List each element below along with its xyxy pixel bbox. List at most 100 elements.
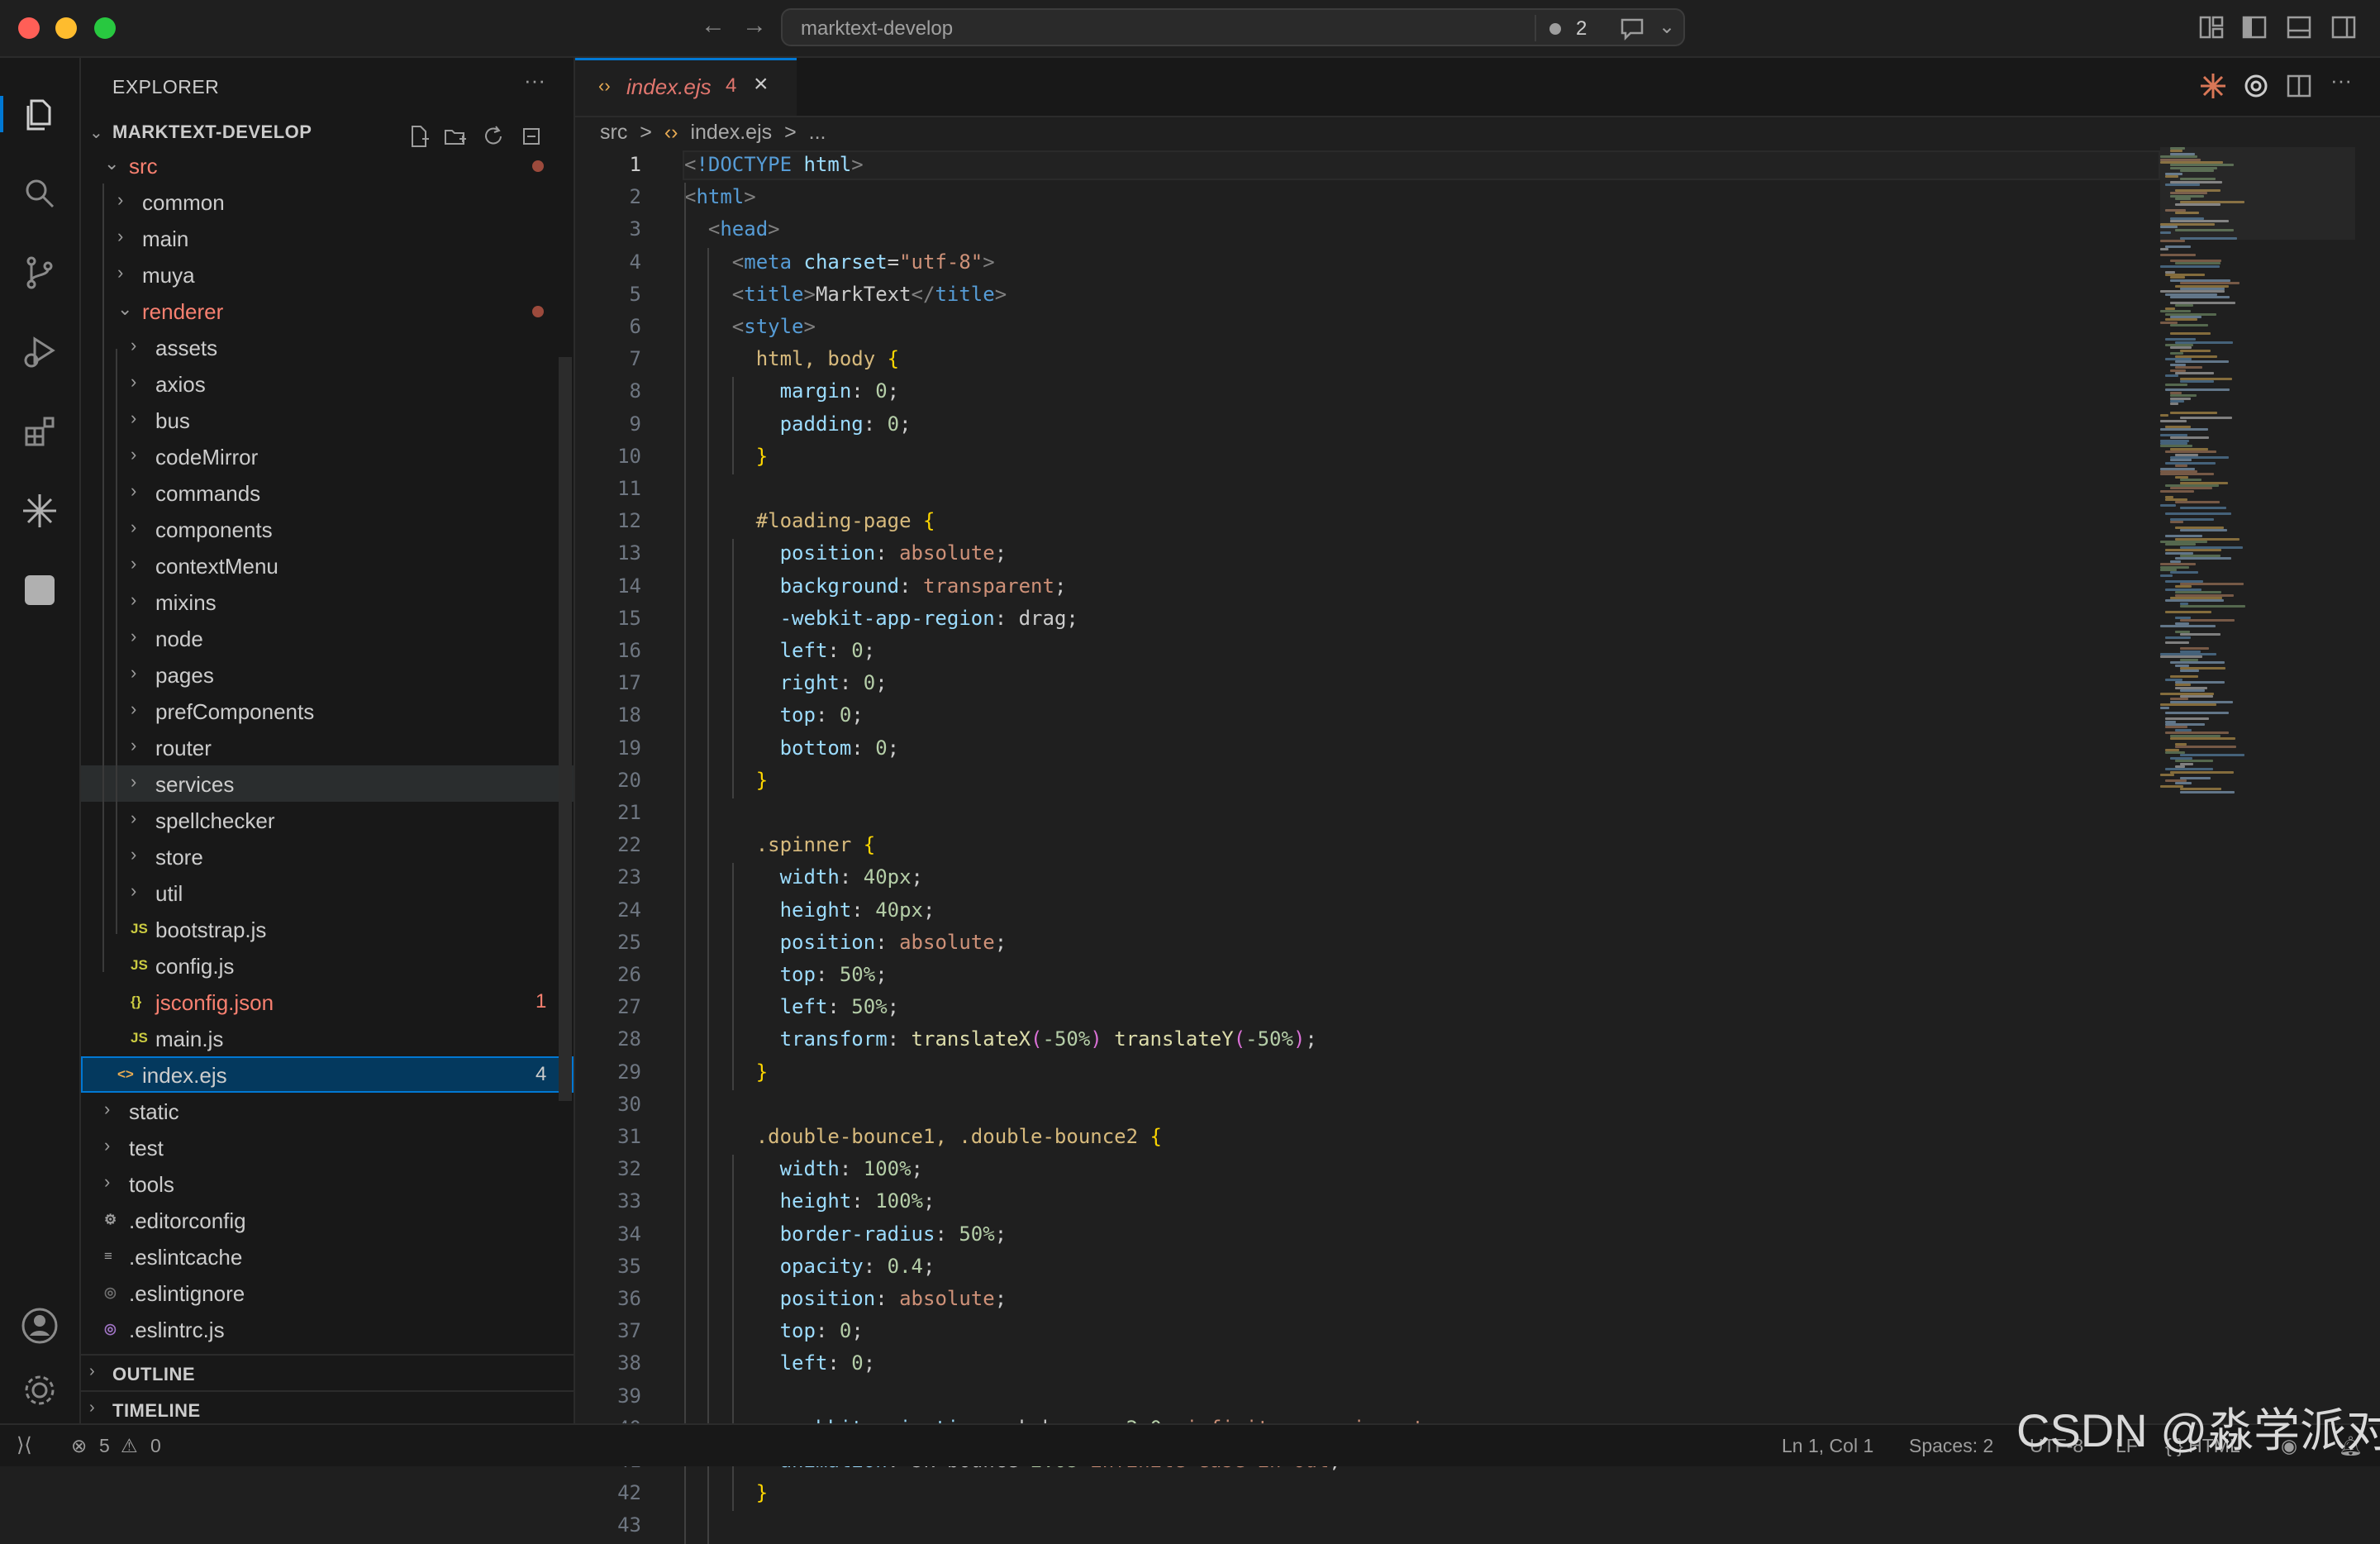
code-line[interactable]: 24 height: 40px; xyxy=(575,896,2162,926)
sparkle-extension-icon[interactable] xyxy=(20,491,60,531)
minimap[interactable] xyxy=(2160,147,2355,1437)
code-line[interactable]: 7 html, body { xyxy=(575,345,2162,374)
customize-layout-icon[interactable] xyxy=(2198,15,2225,40)
code-line[interactable]: 33 height: 100%; xyxy=(575,1187,2162,1217)
sidebar-scrollbar[interactable] xyxy=(559,357,572,1101)
code-line[interactable]: 9 padding: 0; xyxy=(575,410,2162,440)
tree-file[interactable]: ⚙ .editorconfig xyxy=(81,1202,574,1238)
code-line[interactable]: 30 xyxy=(575,1090,2162,1120)
code-line[interactable]: 6 <style> xyxy=(575,312,2162,342)
code-line[interactable]: 21 xyxy=(575,798,2162,828)
toggle-primary-sidebar-icon[interactable] xyxy=(2241,15,2268,40)
search-icon[interactable] xyxy=(20,174,60,213)
code-line[interactable]: 3 <head> xyxy=(575,215,2162,245)
timeline-section-header[interactable]: › TIMELINE xyxy=(81,1390,574,1423)
code-line[interactable]: 17 right: 0; xyxy=(575,669,2162,698)
tree-file[interactable]: ◎ .eslintignore xyxy=(81,1275,574,1311)
code-line[interactable]: 8 margin: 0; xyxy=(575,377,2162,407)
tree-folder[interactable]: ⌄ src xyxy=(81,147,574,183)
remote-indicator-icon[interactable]: ⟩⟨ xyxy=(17,1433,32,1457)
breadcrumb-item[interactable]: index.ejs xyxy=(690,121,772,144)
tree-file[interactable]: <> index.ejs 4 xyxy=(81,1056,574,1093)
code-line[interactable]: 13 position: absolute; xyxy=(575,539,2162,569)
tree-folder[interactable]: › spellchecker xyxy=(81,802,574,838)
code-line[interactable]: 4 <meta charset="utf-8"> xyxy=(575,248,2162,278)
tree-folder[interactable]: ⌄ renderer xyxy=(81,293,574,329)
more-actions-icon[interactable]: ··· xyxy=(524,68,545,93)
code-line[interactable]: 20 } xyxy=(575,766,2162,796)
explorer-icon[interactable] xyxy=(20,94,60,134)
chevron-down-icon[interactable]: ⌄ xyxy=(1659,15,1675,39)
tree-folder[interactable]: › test xyxy=(81,1129,574,1165)
tree-folder[interactable]: › muya xyxy=(81,256,574,293)
code-line[interactable]: 36 position: absolute; xyxy=(575,1284,2162,1314)
command-center[interactable]: marktext-develop 2 ⌄ xyxy=(781,8,1685,46)
tree-folder[interactable]: › commands xyxy=(81,474,574,511)
tree-folder[interactable]: › tools xyxy=(81,1165,574,1202)
code-line[interactable]: 38 left: 0; xyxy=(575,1349,2162,1379)
claude-sparkle-icon[interactable] xyxy=(2198,71,2228,101)
breadcrumb-item[interactable]: ... xyxy=(809,121,826,144)
code-line[interactable]: 34 border-radius: 50%; xyxy=(575,1220,2162,1250)
code-line[interactable]: 12 #loading-page { xyxy=(575,507,2162,536)
tree-folder[interactable]: › node xyxy=(81,620,574,656)
workspace-root-header[interactable]: ⌄ MARKTEXT-DEVELOP xyxy=(81,116,574,149)
toggle-secondary-sidebar-icon[interactable] xyxy=(2330,15,2357,40)
tree-folder[interactable]: › assets xyxy=(81,329,574,365)
refresh-icon[interactable] xyxy=(481,124,506,149)
window-zoom-button[interactable] xyxy=(94,17,116,39)
code-line[interactable]: 5 <title>MarkText</title> xyxy=(575,280,2162,310)
close-icon[interactable]: × xyxy=(754,70,769,98)
tree-folder[interactable]: › bus xyxy=(81,402,574,438)
outline-section-header[interactable]: › OUTLINE xyxy=(81,1354,574,1390)
minimap-slider[interactable] xyxy=(2160,147,2355,240)
tree-folder[interactable]: › main xyxy=(81,220,574,256)
code-line[interactable]: 32 width: 100%; xyxy=(575,1155,2162,1184)
code-line[interactable]: 2 <html> xyxy=(575,183,2162,212)
code-line[interactable]: 42 } xyxy=(575,1479,2162,1508)
account-icon[interactable] xyxy=(20,1306,60,1346)
go-back-icon[interactable]: ← xyxy=(701,12,726,40)
tree-file[interactable]: ≡ .eslintcache xyxy=(81,1238,574,1275)
code-line[interactable]: 22 .spinner { xyxy=(575,831,2162,860)
tree-file[interactable]: ◎ .eslintrc.js xyxy=(81,1311,574,1347)
code-line[interactable]: 1 <!DOCTYPE html> xyxy=(575,150,2162,180)
code-line[interactable]: 43 xyxy=(575,1511,2162,1541)
code-line[interactable]: 23 width: 40px; xyxy=(575,863,2162,893)
openai-icon[interactable] xyxy=(2241,71,2271,101)
code-line[interactable]: 28 transform: translateX(-50%) translate… xyxy=(575,1025,2162,1055)
code-line[interactable]: 37 top: 0; xyxy=(575,1317,2162,1346)
code-line[interactable]: 11 xyxy=(575,474,2162,504)
code-line[interactable]: 14 background: transparent; xyxy=(575,572,2162,602)
code-line[interactable]: 27 left: 50%; xyxy=(575,993,2162,1022)
code-line[interactable]: 18 top: 0; xyxy=(575,701,2162,731)
settings-gear-icon[interactable] xyxy=(20,1370,60,1410)
tree-folder[interactable]: › static xyxy=(81,1093,574,1129)
new-folder-icon[interactable] xyxy=(443,124,468,149)
extensions-icon[interactable] xyxy=(20,412,60,451)
more-actions-icon[interactable]: ··· xyxy=(2330,68,2352,93)
remote-explorer-icon[interactable] xyxy=(20,570,60,610)
error-count[interactable]: 5 xyxy=(99,1435,110,1457)
tree-folder[interactable]: › components xyxy=(81,511,574,547)
collapse-all-icon[interactable] xyxy=(519,124,544,149)
tree-folder[interactable]: › store xyxy=(81,838,574,874)
run-and-debug-icon[interactable] xyxy=(20,332,60,372)
split-editor-icon[interactable] xyxy=(2284,71,2314,101)
tree-folder[interactable]: › prefComponents xyxy=(81,693,574,729)
breadcrumb-item[interactable]: src xyxy=(600,121,627,144)
window-minimize-button[interactable] xyxy=(55,17,77,39)
tab-index-ejs[interactable]: ‹› index.ejs 4 × xyxy=(575,58,797,116)
go-forward-icon[interactable]: → xyxy=(742,12,767,40)
cursor-position[interactable]: Ln 1, Col 1 xyxy=(1782,1435,1873,1457)
code-line[interactable]: 19 bottom: 0; xyxy=(575,734,2162,764)
tree-folder[interactable]: › contextMenu xyxy=(81,547,574,584)
tree-folder[interactable]: › codeMirror xyxy=(81,438,574,474)
tree-folder[interactable]: › mixins xyxy=(81,584,574,620)
tree-file[interactable]: JS bootstrap.js xyxy=(81,911,574,947)
source-control-icon[interactable] xyxy=(20,253,60,293)
tree-file[interactable]: JS config.js xyxy=(81,947,574,984)
code-line[interactable]: 31 .double-bounce1, .double-bounce2 { xyxy=(575,1122,2162,1152)
code-line[interactable]: 16 left: 0; xyxy=(575,636,2162,666)
tree-folder[interactable]: › services xyxy=(81,765,574,802)
